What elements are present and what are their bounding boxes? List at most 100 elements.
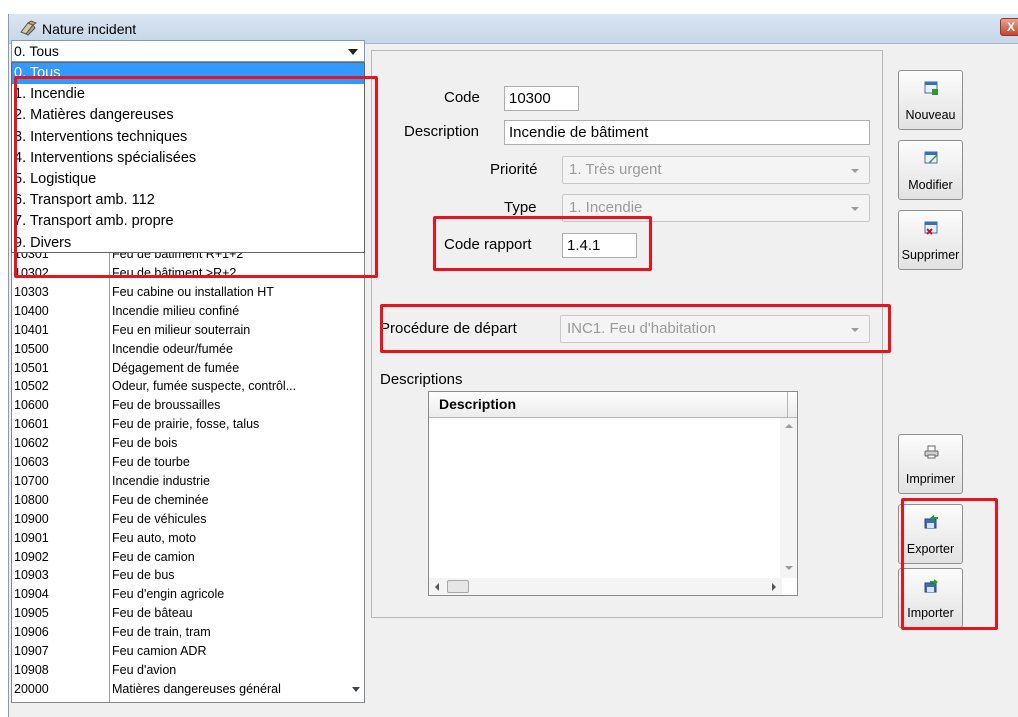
header-separator: [787, 392, 788, 418]
list-item[interactable]: 10800 Feu de cheminée: [12, 491, 348, 510]
list-item[interactable]: 10907 Feu camion ADR: [12, 642, 348, 661]
list-item[interactable]: 10903 Feu de bus: [12, 566, 348, 585]
code-label: Code: [444, 89, 480, 106]
list-item-description: Feu de camion: [112, 549, 195, 564]
list-item[interactable]: 10501 Dégagement de fumée: [12, 359, 348, 378]
list-item-code: 10908: [14, 662, 49, 677]
category-filter-combo[interactable]: 0. Tous: [11, 40, 365, 62]
descriptions-grid[interactable]: Description: [428, 391, 798, 596]
list-item-description: Feu de cheminée: [112, 492, 209, 507]
scroll-down-arrow-icon[interactable]: [785, 566, 793, 570]
list-item-description: Feu de tourbe: [112, 455, 190, 469]
list-item-code: 10602: [14, 436, 49, 451]
export-icon: [924, 515, 938, 529]
window-title: Nature incident: [42, 21, 137, 37]
close-button[interactable]: X: [1000, 18, 1018, 36]
list-item[interactable]: 20000 Matières dangereuses général: [12, 680, 348, 699]
list-item[interactable]: 10303 Feu cabine ou installation HT: [12, 283, 348, 302]
dropdown-option[interactable]: 3. Interventions techniques: [12, 127, 364, 148]
chevron-down-icon: [851, 169, 859, 173]
list-item-code: 10303: [14, 284, 49, 299]
list-item[interactable]: 10601 Feu de prairie, fosse, talus: [12, 415, 348, 434]
grid-header: Description: [429, 392, 797, 418]
category-dropdown-list[interactable]: 0. Tous 1. Incendie 2. Matières dangereuse…: [11, 62, 365, 253]
app-icon: [20, 20, 37, 36]
imprimer-button[interactable]: Imprimer: [898, 434, 963, 494]
chevron-down-icon: [348, 49, 358, 55]
description-field[interactable]: Incendie de bâtiment: [504, 120, 870, 145]
importer-label: Importer: [907, 606, 954, 620]
procedure-select: INC1. Feu d'habitation: [560, 315, 870, 343]
list-item-description: Feu d'engin agricole: [112, 587, 225, 602]
scroll-right-arrow-icon[interactable]: [772, 583, 776, 591]
list-item-description: Feu cabine ou installation HT: [112, 284, 274, 299]
exporter-button[interactable]: Exporter: [898, 504, 963, 564]
supprimer-button[interactable]: Supprimer: [898, 210, 963, 270]
importer-button[interactable]: Importer: [898, 568, 963, 628]
modifier-label: Modifier: [908, 178, 953, 192]
chevron-down-icon: [851, 328, 859, 332]
modifier-button[interactable]: Modifier: [898, 140, 963, 200]
list-item[interactable]: 10904 Feu d'engin agricole: [12, 585, 348, 604]
edit-document-icon: [924, 151, 938, 164]
list-item[interactable]: 10908 Feu d'avion: [12, 661, 348, 680]
new-document-icon: [924, 81, 938, 95]
supprimer-label: Supprimer: [901, 248, 960, 262]
list-item-description: Feu de prairie, fosse, talus: [112, 417, 260, 432]
list-item-description: Matières dangereuses général: [112, 681, 281, 696]
exporter-label: Exporter: [906, 542, 955, 556]
printer-icon: [924, 445, 939, 459]
list-item[interactable]: 10900 Feu de véhicules: [12, 510, 348, 529]
grid-column-description[interactable]: Description: [439, 396, 516, 412]
scroll-up-arrow-icon[interactable]: [785, 424, 793, 428]
scroll-left-arrow-icon[interactable]: [435, 583, 439, 591]
list-item[interactable]: 10500 Incendie odeur/fumée: [12, 340, 348, 359]
dropdown-option[interactable]: 2. Matières dangereuses: [12, 105, 364, 126]
delete-document-icon: [924, 221, 938, 235]
type-label: Type: [504, 199, 537, 216]
list-item[interactable]: 10905 Feu de bâteau: [12, 604, 348, 623]
dropdown-option[interactable]: 4. Interventions spécialisées: [12, 148, 364, 169]
dropdown-option[interactable]: 9. Divers: [12, 233, 364, 254]
list-item[interactable]: 10401 Feu en milieur souterrain: [12, 321, 348, 340]
import-icon: [924, 579, 938, 593]
list-item-description: Feu de bâtiment >R+2: [112, 266, 237, 280]
imprimer-label: Imprimer: [905, 472, 956, 486]
list-item[interactable]: 10902 Feu de camion: [12, 548, 348, 567]
list-item-code: 10905: [14, 606, 49, 621]
dropdown-option[interactable]: 1. Incendie: [12, 84, 364, 105]
grid-horizontal-scrollbar[interactable]: [429, 578, 782, 595]
type-select: 1. Incendie: [562, 194, 870, 222]
scroll-down-arrow-icon[interactable]: [352, 687, 360, 692]
list-item[interactable]: 10901 Feu auto, moto: [12, 529, 348, 548]
list-item-code: 10907: [14, 644, 49, 658]
list-item[interactable]: 10603 Feu de tourbe: [12, 453, 348, 472]
list-item-description: Incendie industrie: [112, 473, 210, 488]
list-item-code: 10600: [14, 398, 49, 413]
list-item[interactable]: 10602 Feu de bois: [12, 434, 348, 453]
dropdown-option[interactable]: 6. Transport amb. 112: [12, 190, 364, 211]
list-item-description: Feu de véhicules: [112, 511, 207, 526]
dropdown-option[interactable]: 5. Logistique: [12, 169, 364, 190]
horizontal-scroll-thumb[interactable]: [447, 580, 469, 593]
code-rapport-field[interactable]: 1.4.1: [562, 233, 637, 258]
priorite-label: Priorité: [490, 161, 538, 178]
list-item[interactable]: 10400 Incendie milieu confiné: [12, 302, 348, 321]
list-item[interactable]: 10302 Feu de bâtiment >R+2: [12, 264, 348, 283]
list-item-description: Feu de bois: [112, 436, 178, 451]
list-item[interactable]: 10600 Feu de broussailles: [12, 396, 348, 415]
dropdown-option[interactable]: 0. Tous: [12, 63, 364, 85]
list-item-code: 10603: [14, 455, 49, 469]
list-item[interactable]: 10502 Odeur, fumée suspecte, contrôl...: [12, 377, 348, 396]
list-item-description: Feu de bâteau: [112, 606, 193, 621]
list-item[interactable]: 10700 Incendie industrie: [12, 472, 348, 491]
nouveau-button[interactable]: Nouveau: [898, 70, 963, 130]
code-field[interactable]: 10300: [504, 86, 579, 111]
dropdown-option[interactable]: 7. Transport amb. propre: [12, 211, 364, 232]
list-item-code: 10502: [14, 379, 49, 394]
list-item[interactable]: 10906 Feu de train, tram: [12, 623, 348, 642]
grid-vertical-scrollbar[interactable]: [780, 418, 797, 578]
list-item-code: 10906: [14, 625, 49, 640]
list-item-description: Feu en milieur souterrain: [112, 322, 251, 337]
list-item-description: Incendie odeur/fumée: [112, 341, 233, 356]
